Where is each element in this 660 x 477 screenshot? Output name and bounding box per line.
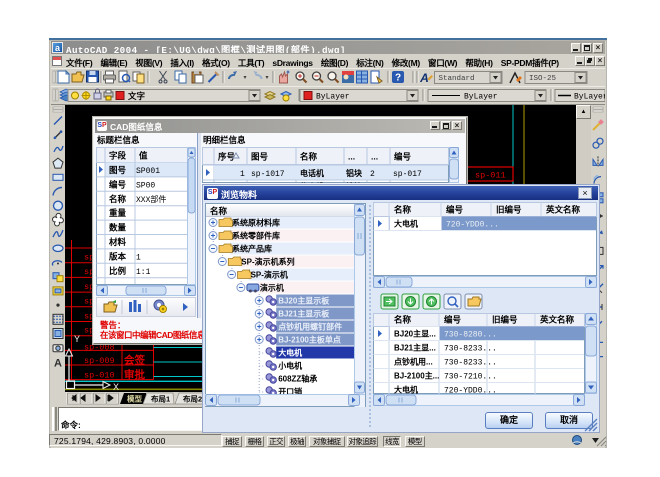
svg-text:比例: 比例 bbox=[109, 266, 127, 276]
svg-text:图号: 图号 bbox=[109, 165, 127, 175]
svg-text:sp-1017: sp-1017 bbox=[251, 170, 285, 179]
svg-text:1: 1 bbox=[136, 253, 141, 262]
svg-text:ByLayer: ByLayer bbox=[316, 93, 350, 102]
svg-text:小电机: 小电机 bbox=[277, 361, 302, 371]
svg-text:BJ21主显...: BJ21主显... bbox=[394, 343, 436, 353]
svg-text:旧编号: 旧编号 bbox=[496, 205, 522, 215]
svg-text:铁块: 铁块 bbox=[346, 181, 362, 183]
svg-text:SP-演示机: SP-演示机 bbox=[251, 270, 288, 280]
svg-text:审批: 审批 bbox=[124, 368, 145, 381]
svg-text:布局2: 布局2 bbox=[183, 394, 202, 404]
svg-text:BJ20主显...: BJ20主显... bbox=[394, 329, 436, 339]
svg-text:720-YDD0...: 720-YDD0... bbox=[446, 221, 499, 230]
svg-text:字段: 字段 bbox=[109, 151, 127, 161]
svg-text:ByLayer: ByLayer bbox=[464, 93, 498, 102]
svg-text:英文名称: 英文名称 bbox=[545, 205, 581, 215]
svg-text:大电机: 大电机 bbox=[278, 348, 302, 358]
svg-text:sp-010: sp-010 bbox=[84, 371, 115, 381]
svg-text:sp-011: sp-011 bbox=[475, 171, 506, 181]
svg-text:A: A bbox=[54, 357, 62, 369]
svg-text:XXX部件: XXX部件 bbox=[136, 194, 166, 205]
svg-text:720-YDD0...: 720-YDD0... bbox=[444, 387, 497, 395]
svg-text:图号: 图号 bbox=[251, 152, 269, 162]
svg-text:X: X bbox=[113, 382, 119, 392]
svg-text:730-8280...: 730-8280... bbox=[444, 331, 497, 340]
svg-text:730-8233...: 730-8233... bbox=[444, 345, 497, 354]
svg-text:系统产品库: 系统产品库 bbox=[232, 244, 272, 254]
svg-text:电话机: 电话机 bbox=[300, 168, 324, 178]
svg-text:ByLayer: ByLayer bbox=[574, 93, 605, 102]
svg-text:sp-017: sp-017 bbox=[393, 170, 422, 179]
svg-text:sp-008: sp-008 bbox=[84, 343, 115, 353]
svg-text:重量: 重量 bbox=[109, 208, 127, 218]
svg-text:值: 值 bbox=[139, 151, 148, 161]
svg-text:点钞机用螺钉部件: 点钞机用螺钉部件 bbox=[278, 322, 342, 332]
svg-text:...: ... bbox=[371, 152, 378, 162]
svg-text:730-8233...: 730-8233... bbox=[444, 359, 497, 368]
svg-text:材料: 材料 bbox=[108, 237, 127, 247]
svg-text:名称: 名称 bbox=[300, 152, 318, 162]
svg-text:名称: 名称 bbox=[109, 194, 127, 204]
svg-text:名称: 名称 bbox=[394, 205, 412, 215]
svg-text:BJ-2100主板单点: BJ-2100主板单点 bbox=[278, 335, 341, 345]
svg-text:数量: 数量 bbox=[109, 223, 127, 233]
svg-text:布局1: 布局1 bbox=[151, 394, 170, 404]
svg-text:BJ-2100主...: BJ-2100主... bbox=[394, 371, 439, 381]
svg-text:序号: 序号 bbox=[217, 152, 236, 162]
svg-text:ISO-25: ISO-25 bbox=[529, 75, 557, 83]
svg-text:730-7210...: 730-7210... bbox=[444, 373, 497, 382]
svg-text:BJ21主显示板: BJ21主显示板 bbox=[278, 309, 330, 319]
svg-text:模型: 模型 bbox=[127, 394, 142, 404]
svg-text:编号: 编号 bbox=[394, 152, 412, 162]
svg-text:...: ... bbox=[348, 152, 355, 162]
svg-text:1:1: 1:1 bbox=[136, 268, 151, 277]
svg-text:1: 1 bbox=[240, 170, 245, 179]
svg-text:Y: Y bbox=[74, 334, 80, 344]
svg-text:版本: 版本 bbox=[108, 251, 127, 261]
svg-text:BJ20主显示板: BJ20主显示板 bbox=[278, 296, 330, 306]
svg-text:SP-演示机系列: SP-演示机系列 bbox=[241, 257, 294, 267]
svg-text:大电机: 大电机 bbox=[394, 219, 418, 229]
svg-text:大电机: 大电机 bbox=[394, 385, 418, 395]
svg-text:编号: 编号 bbox=[444, 315, 462, 325]
svg-text:sp-009: sp-009 bbox=[84, 356, 115, 366]
svg-text:2: 2 bbox=[370, 170, 375, 179]
svg-text:系统原材料库: 系统原材料库 bbox=[232, 218, 280, 228]
svg-text:Standard: Standard bbox=[439, 75, 475, 83]
svg-text:文字: 文字 bbox=[128, 91, 146, 101]
svg-text:名称: 名称 bbox=[394, 315, 412, 325]
svg-text:系统零部件库: 系统零部件库 bbox=[232, 231, 280, 241]
svg-text:608ZZ轴承: 608ZZ轴承 bbox=[278, 374, 317, 384]
svg-text:A: A bbox=[419, 71, 429, 85]
svg-text:编号: 编号 bbox=[446, 205, 464, 215]
svg-text:点钞机用...: 点钞机用... bbox=[394, 357, 433, 367]
svg-text:?: ? bbox=[395, 73, 401, 84]
svg-text:SP001: SP001 bbox=[136, 167, 160, 176]
svg-text:铝块: 铝块 bbox=[346, 168, 363, 178]
svg-text:英文名称: 英文名称 bbox=[539, 315, 575, 325]
svg-text:演示机: 演示机 bbox=[260, 283, 284, 293]
svg-text:旧编号: 旧编号 bbox=[492, 315, 518, 325]
svg-text:传真机: 传真机 bbox=[300, 181, 324, 183]
svg-text:会签: 会签 bbox=[124, 354, 145, 367]
svg-text:SP00: SP00 bbox=[136, 181, 155, 190]
svg-text:编号: 编号 bbox=[109, 179, 127, 189]
